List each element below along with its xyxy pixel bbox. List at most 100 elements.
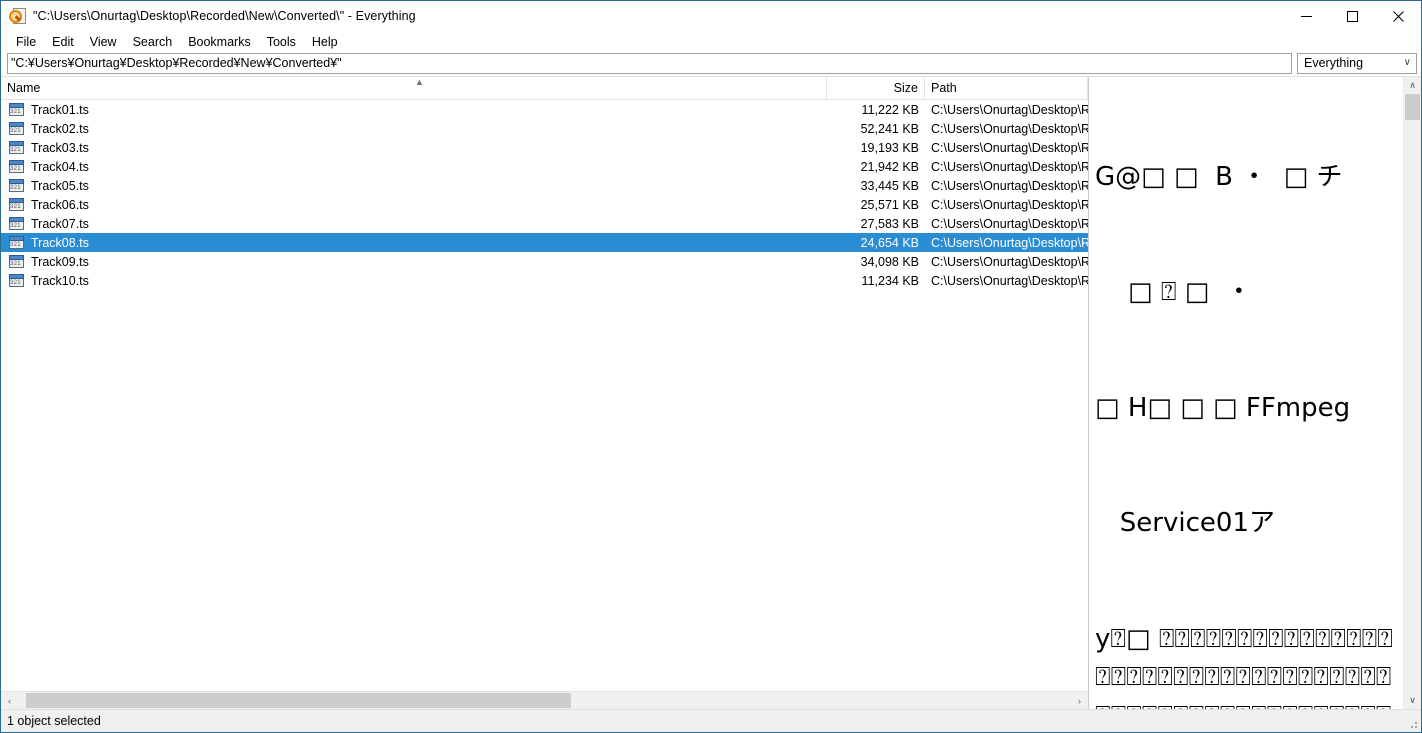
search-bar: Everything ∨: [1, 52, 1421, 76]
scroll-up-icon[interactable]: ∧: [1404, 77, 1421, 94]
row-size-cell: 19,193 KB: [860, 140, 919, 155]
row-name-cell: 321 Track07.ts: [1, 216, 827, 231]
video-file-icon: 321: [9, 140, 25, 155]
column-header-path-label: Path: [931, 81, 957, 95]
table-row[interactable]: 321 Track04.ts 21,942 KB C:\Users\Onurtag\D…: [1, 157, 1088, 176]
menu-edit[interactable]: Edit: [44, 33, 82, 51]
video-file-icon: 321: [9, 121, 25, 136]
column-header-row: Name Size Path ▲: [1, 77, 1088, 100]
row-name-cell: 321 Track10.ts: [1, 273, 827, 288]
row-file-name: Track10.ts: [31, 273, 89, 288]
close-button[interactable]: [1375, 1, 1421, 31]
video-file-icon: 321: [9, 197, 25, 212]
column-header-name-label: Name: [7, 81, 41, 95]
column-header-path[interactable]: Path: [925, 77, 1088, 99]
preview-tofu-prefix: y⍰□: [1095, 623, 1159, 654]
row-file-name: Track08.ts: [31, 235, 89, 250]
menu-search[interactable]: Search: [125, 33, 181, 51]
preview-line-2: □ ⍰ □ ・: [1095, 277, 1252, 308]
menu-file[interactable]: File: [8, 33, 44, 51]
row-size-cell: 34,098 KB: [860, 254, 919, 269]
results-list[interactable]: 321 Track01.ts 11,222 KB C:\Users\Onurtag\D…: [1, 100, 1088, 691]
row-file-name: Track07.ts: [31, 216, 89, 231]
table-row[interactable]: 321 Track08.ts 24,654 KB C:\Users\Onurtag\D…: [1, 233, 1088, 252]
row-name-cell: 321 Track06.ts: [1, 197, 827, 212]
row-name-cell: 321 Track01.ts: [1, 102, 827, 117]
menu-help[interactable]: Help: [304, 33, 346, 51]
menu-view[interactable]: View: [82, 33, 125, 51]
row-file-name: Track02.ts: [31, 121, 89, 136]
search-filter-value: Everything: [1304, 56, 1364, 70]
scroll-left-icon[interactable]: ‹: [1, 692, 18, 709]
video-file-icon: 321: [9, 254, 25, 269]
row-size-cell: 27,583 KB: [860, 216, 919, 231]
row-size-cell: 11,222 KB: [861, 102, 919, 117]
column-header-size[interactable]: Size: [827, 77, 925, 99]
hscroll-thumb[interactable]: [26, 693, 571, 708]
scroll-right-icon[interactable]: ›: [1071, 692, 1088, 709]
menu-tools[interactable]: Tools: [259, 33, 304, 51]
menu-bar: File Edit View Search Bookmarks Tools He…: [1, 31, 1421, 52]
window-controls: [1283, 1, 1421, 31]
status-text: 1 object selected: [7, 714, 101, 728]
preview-pane: G@□ □ B ・ □ チ □ ⍰ □ ・ □ H□ □ □ FFmpeg Se…: [1088, 77, 1421, 709]
table-row[interactable]: 321 Track05.ts 33,445 KB C:\Users\Onurtag\D…: [1, 176, 1088, 195]
row-size-cell: 33,445 KB: [860, 178, 919, 193]
table-row[interactable]: 321 Track10.ts 11,234 KB C:\Users\Onurtag\D…: [1, 271, 1088, 290]
video-file-icon: 321: [9, 159, 25, 174]
row-path-cell: C:\Users\Onurtag\Desktop\R: [931, 140, 1088, 155]
table-row[interactable]: 321 Track06.ts 25,571 KB C:\Users\Onurtag\D…: [1, 195, 1088, 214]
vscroll-track[interactable]: [1404, 94, 1421, 692]
video-file-icon: 321: [9, 102, 25, 117]
row-path-cell: C:\Users\Onurtag\Desktop\R: [931, 178, 1088, 193]
title-bar: "C:\Users\Onurtag\Desktop\Recorded\New\C…: [1, 1, 1421, 31]
row-name-cell: 321 Track03.ts: [1, 140, 827, 155]
row-name-cell: 321 Track02.ts: [1, 121, 827, 136]
video-file-icon: 321: [9, 273, 25, 288]
window-title: "C:\Users\Onurtag\Desktop\Recorded\New\C…: [33, 9, 416, 23]
horizontal-scrollbar[interactable]: ‹ ›: [1, 691, 1088, 709]
row-path-cell: C:\Users\Onurtag\Desktop\R: [931, 121, 1088, 136]
search-input[interactable]: [7, 52, 1292, 74]
row-path-cell: C:\Users\Onurtag\Desktop\R: [931, 254, 1088, 269]
row-path-cell: C:\Users\Onurtag\Desktop\R: [931, 159, 1088, 174]
preview-vertical-scrollbar[interactable]: ∧ ∨: [1403, 77, 1421, 709]
maximize-button[interactable]: [1329, 1, 1375, 31]
chevron-down-icon: ∨: [1403, 57, 1411, 68]
row-name-cell: 321 Track05.ts: [1, 178, 827, 193]
sort-ascending-icon: ▲: [415, 77, 424, 87]
everything-window: "C:\Users\Onurtag\Desktop\Recorded\New\C…: [0, 0, 1422, 733]
row-path-cell: C:\Users\Onurtag\Desktop\R: [931, 102, 1088, 117]
column-header-size-label: Size: [893, 81, 918, 95]
preview-line-4: Service01ア: [1095, 508, 1275, 539]
row-name-cell: 321 Track08.ts: [1, 235, 827, 250]
menu-bookmarks[interactable]: Bookmarks: [180, 33, 259, 51]
row-path-cell: C:\Users\Onurtag\Desktop\R: [931, 235, 1088, 250]
preview-line-1: G@□ □ B ・ □ チ: [1095, 161, 1343, 192]
search-filter-dropdown[interactable]: Everything ∨: [1297, 52, 1417, 74]
status-bar: 1 object selected: [1, 709, 1421, 732]
row-path-cell: C:\Users\Onurtag\Desktop\R: [931, 273, 1088, 288]
vscroll-thumb[interactable]: [1405, 94, 1420, 120]
main-body: Name Size Path ▲ 321 Track01.ts 11,222 KB C…: [1, 76, 1421, 709]
minimize-button[interactable]: [1283, 1, 1329, 31]
row-file-name: Track04.ts: [31, 159, 89, 174]
preview-text[interactable]: G@□ □ B ・ □ チ □ ⍰ □ ・ □ H□ □ □ FFmpeg Se…: [1089, 77, 1403, 709]
table-row[interactable]: 321 Track09.ts 34,098 KB C:\Users\Onurtag\D…: [1, 252, 1088, 271]
table-row[interactable]: 321 Track07.ts 27,583 KB C:\Users\Onurtag\D…: [1, 214, 1088, 233]
preview-mojibake-block: y⍰□ ⍰⍰⍰⍰⍰⍰⍰⍰⍰⍰⍰⍰⍰⍰⍰⍰⍰⍰⍰⍰⍰⍰⍰⍰⍰⍰⍰⍰⍰⍰⍰⍰⍰⍰⍰⍰…: [1095, 620, 1399, 709]
resize-grip-icon[interactable]: [1408, 719, 1418, 729]
video-file-icon: 321: [9, 178, 25, 193]
table-row[interactable]: 321 Track02.ts 52,241 KB C:\Users\Onurtag\D…: [1, 119, 1088, 138]
table-row[interactable]: 321 Track03.ts 19,193 KB C:\Users\Onurtag\D…: [1, 138, 1088, 157]
scroll-down-icon[interactable]: ∨: [1404, 692, 1421, 709]
row-file-name: Track05.ts: [31, 178, 89, 193]
video-file-icon: 321: [9, 235, 25, 250]
table-row[interactable]: 321 Track01.ts 11,222 KB C:\Users\Onurtag\D…: [1, 100, 1088, 119]
hscroll-track[interactable]: [18, 692, 1071, 709]
everything-magnifier-icon: [9, 8, 26, 24]
column-header-name[interactable]: Name: [1, 77, 827, 99]
row-size-cell: 52,241 KB: [860, 121, 919, 136]
row-size-cell: 25,571 KB: [860, 197, 919, 212]
row-file-name: Track06.ts: [31, 197, 89, 212]
